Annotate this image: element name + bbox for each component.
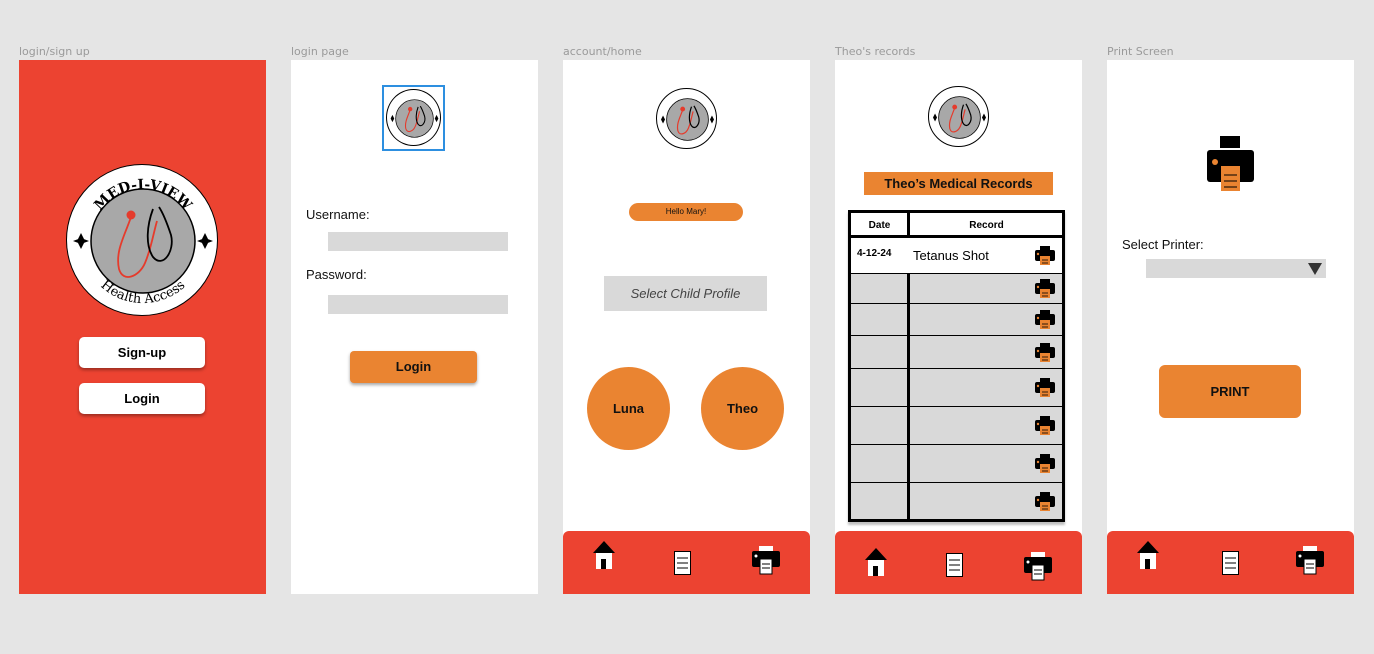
records-frame: Theo’s Medical Records Date Record 4-12-… [835,60,1082,594]
child-profile-theo[interactable]: Theo [701,367,784,450]
stethoscope-logo-icon: MED-I-VIEW Health Access [73,177,213,307]
print-button[interactable]: PRINT [1159,365,1301,418]
login-frame: Username: Password: Login [291,60,538,594]
printer-icon[interactable] [1295,545,1325,575]
row-date: 4-12-24 [857,248,892,259]
app-logo-small [386,89,441,146]
row-print-icon[interactable] [1034,310,1056,330]
app-logo-small [656,88,717,149]
child-profile-luna[interactable]: Luna [587,367,670,450]
printer-select[interactable] [1146,259,1326,278]
bottom-nav [1107,531,1354,594]
row-print-icon[interactable] [1034,342,1056,363]
row-print-icon[interactable] [1034,416,1056,436]
stethoscope-logo-icon [661,98,714,141]
col-header-record: Record [969,220,1004,231]
signup-button[interactable]: Sign-up [79,337,205,368]
printer-icon[interactable] [751,545,781,575]
stethoscope-logo-icon [390,99,439,138]
app-logo: MED-I-VIEW Health Access [66,164,218,316]
frame-label-records: Theo's records [835,45,916,58]
select-printer-label: Select Printer: [1122,237,1204,252]
bottom-nav [563,531,810,594]
table-row [851,368,1062,406]
table-row [851,303,1062,335]
username-label: Username: [306,207,370,222]
home-icon[interactable] [864,547,888,577]
records-header-row: Date Record [851,213,1062,238]
signup-frame: MED-I-VIEW Health Access Sign-up Login [19,60,266,594]
login-button[interactable]: Login [350,351,477,383]
password-input[interactable] [328,295,508,314]
username-input[interactable] [328,232,508,251]
frame-label-login: login page [291,45,349,58]
frame-label-home: account/home [563,45,642,58]
table-row [851,482,1062,519]
home-icon[interactable] [1136,540,1160,570]
login-nav-button[interactable]: Login [79,383,205,414]
print-frame: Select Printer: PRINT [1107,60,1354,594]
frame-label-print: Print Screen [1107,45,1174,58]
table-row [851,406,1062,444]
row-record: Tetanus Shot [913,248,989,263]
stethoscope-logo-icon [933,96,986,139]
greeting-badge: Hello Mary! [629,203,743,221]
col-header-date: Date [868,220,891,231]
app-logo-small [928,86,989,147]
password-label: Password: [306,267,367,282]
home-frame: Hello Mary! Select Child Profile Luna Th… [563,60,810,594]
document-icon[interactable] [1222,551,1239,575]
select-child-profile[interactable]: Select Child Profile [604,276,767,311]
row-print-icon[interactable] [1034,245,1056,266]
table-row [851,335,1062,368]
table-row [851,273,1062,303]
document-icon[interactable] [946,553,963,577]
printer-large-icon [1207,136,1254,191]
printer-icon[interactable] [1023,551,1053,581]
row-print-icon[interactable] [1034,279,1056,299]
logo-selection-box [382,85,445,151]
row-print-icon[interactable] [1034,491,1056,512]
table-row [851,444,1062,482]
table-row: 4-12-24 Tetanus Shot [851,238,1062,273]
row-print-icon[interactable] [1034,454,1056,474]
home-icon[interactable] [592,540,616,570]
frame-label-signup: login/sign up [19,45,90,58]
row-print-icon[interactable] [1034,378,1056,398]
document-icon[interactable] [674,551,691,575]
records-table: Date Record 4-12-24 Tetanus Shot [848,210,1065,522]
dropdown-arrow-icon [1308,263,1322,275]
records-title: Theo’s Medical Records [864,172,1053,195]
bottom-nav [835,531,1082,594]
